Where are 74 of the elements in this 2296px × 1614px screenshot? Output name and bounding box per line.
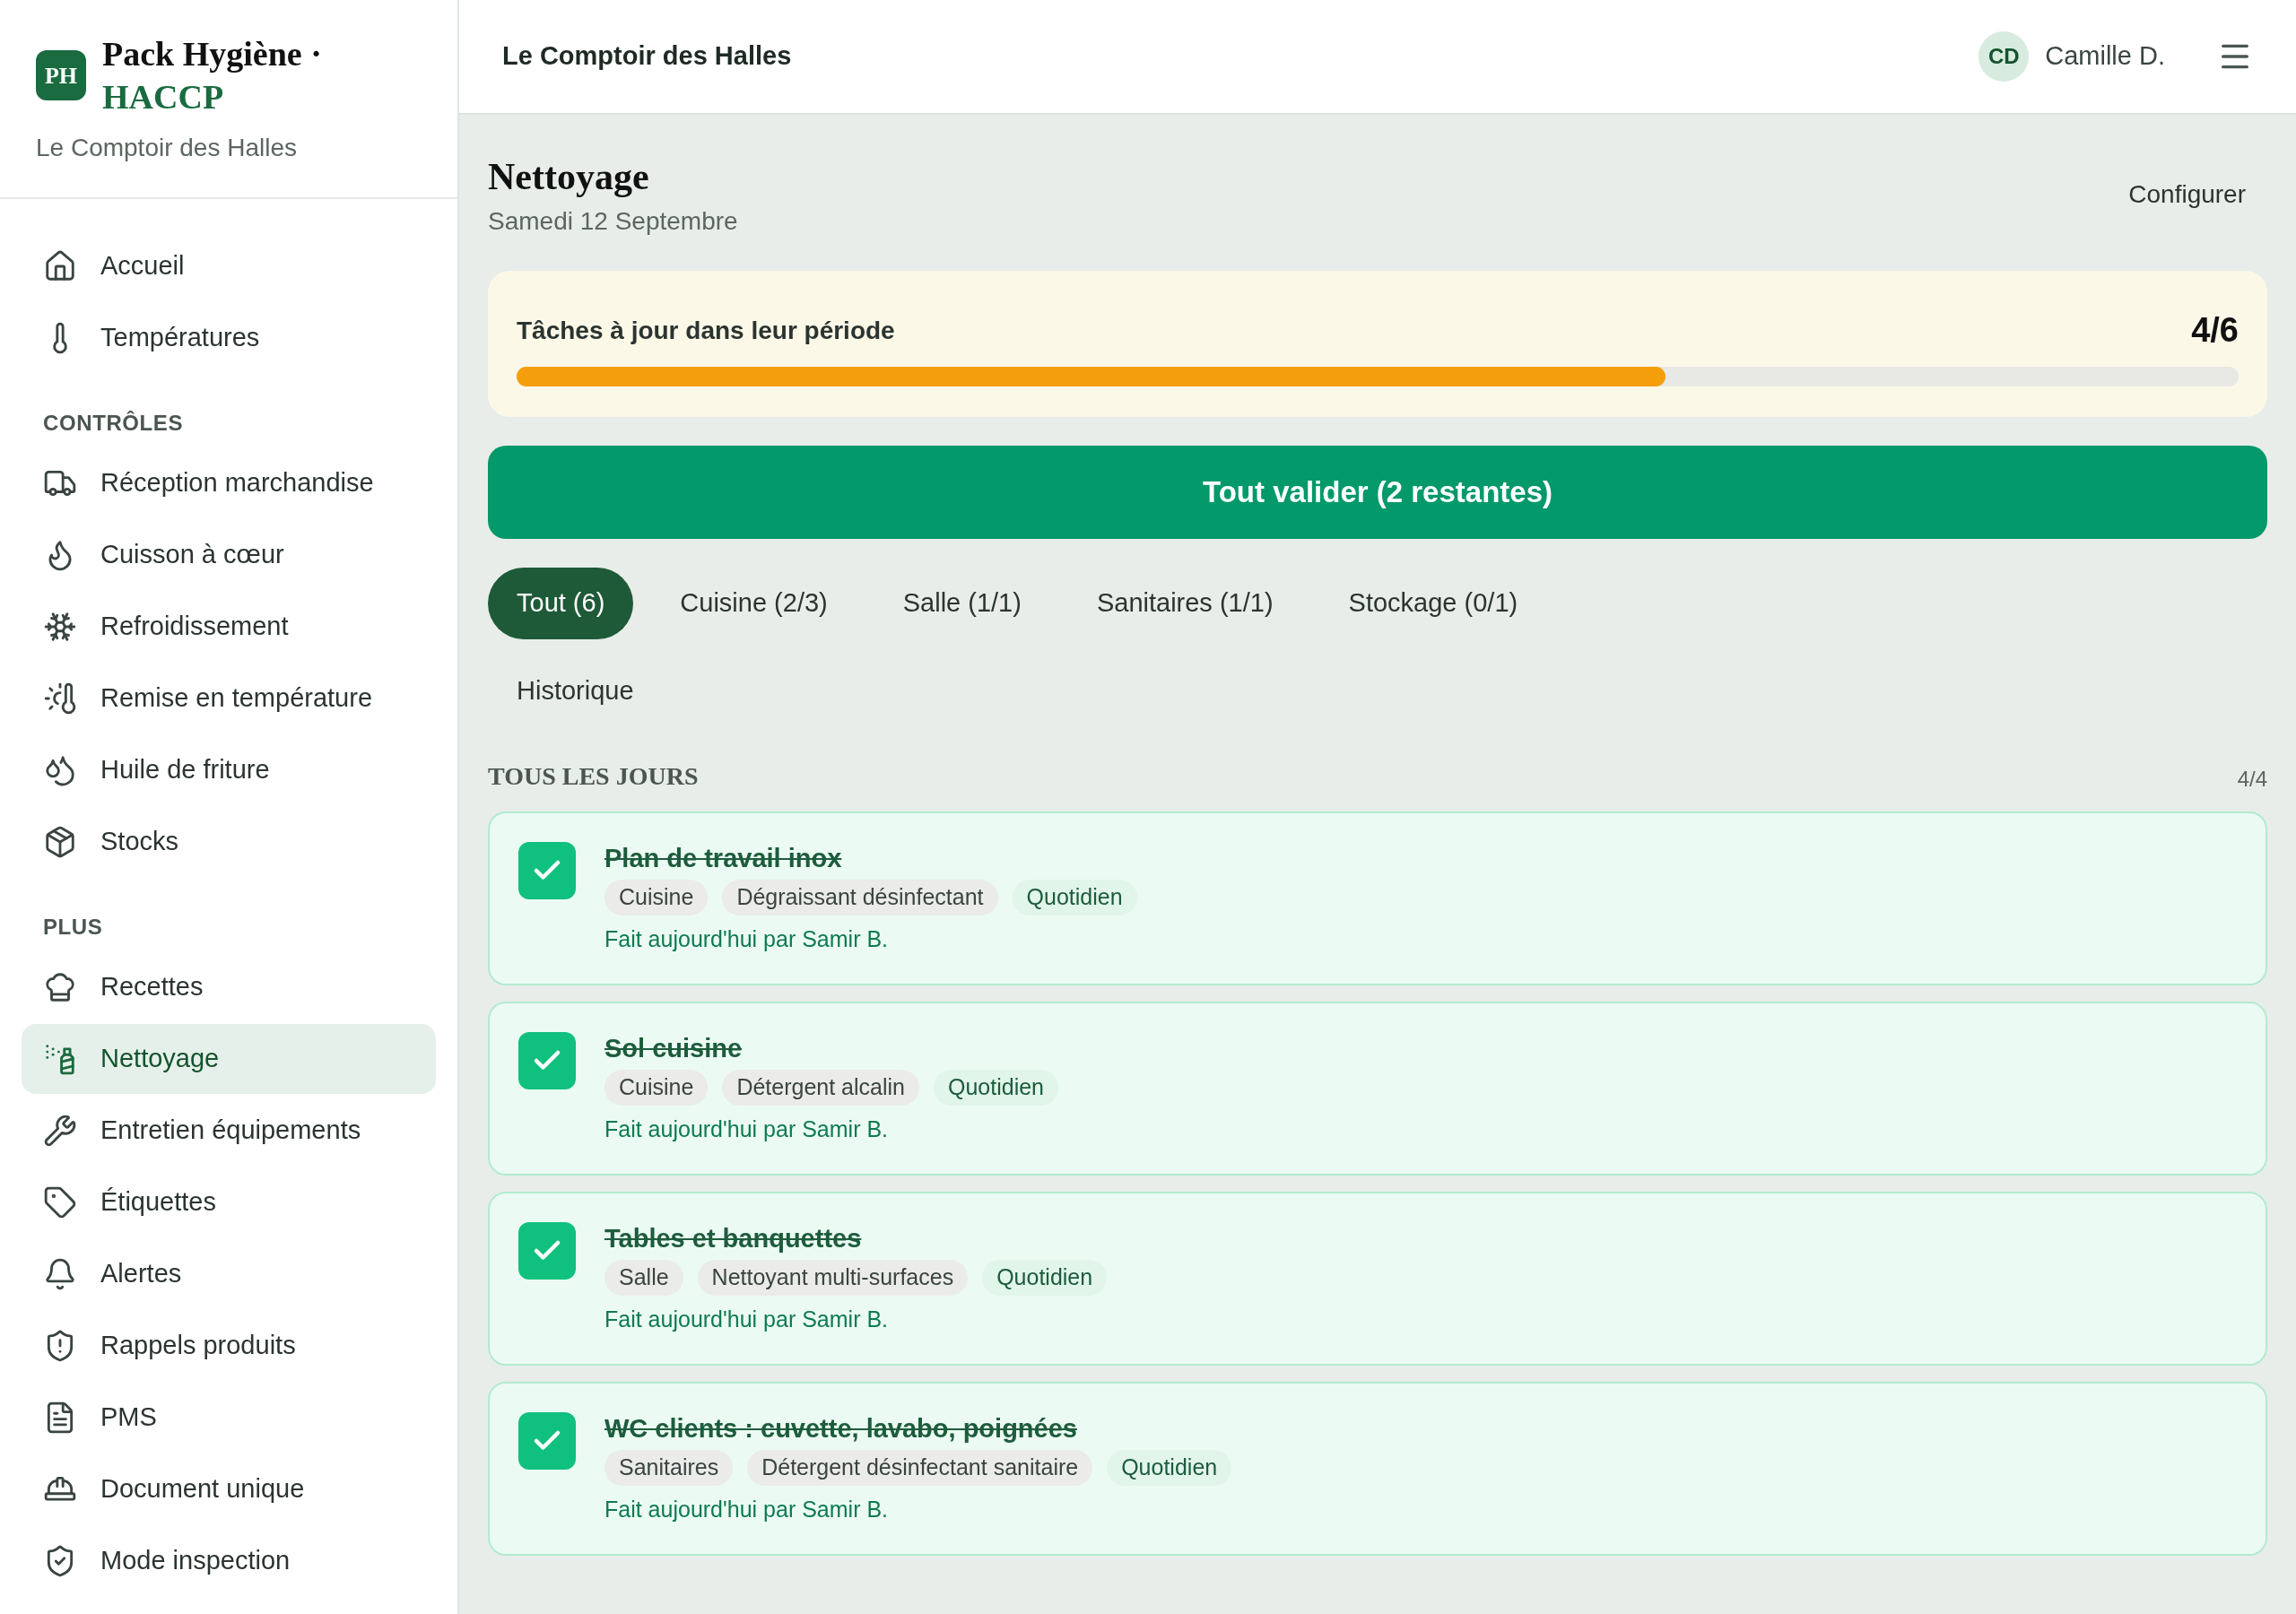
filter-tab[interactable]: Tout (6) bbox=[488, 568, 634, 639]
task-checkbox[interactable] bbox=[518, 1031, 576, 1089]
task-title: Tables et banquettes bbox=[604, 1222, 863, 1254]
spray-bottle-icon bbox=[43, 1042, 77, 1076]
frequency-tag: Quotidien bbox=[1107, 1449, 1232, 1486]
droplets-icon bbox=[43, 753, 77, 787]
frequency-tag: Quotidien bbox=[982, 1259, 1108, 1296]
bell-icon bbox=[43, 1257, 77, 1291]
zone-tag: Sanitaires bbox=[604, 1449, 734, 1486]
task-checkbox[interactable] bbox=[518, 841, 576, 899]
nav-item[interactable]: Recettes bbox=[22, 952, 436, 1022]
frequency-tag: Quotidien bbox=[934, 1069, 1059, 1106]
nav-item[interactable]: Réception marchandise bbox=[22, 448, 436, 518]
nav-item[interactable]: Huile de friture bbox=[22, 735, 436, 805]
zone-tag: Cuisine bbox=[604, 879, 709, 915]
user-avatar[interactable]: CD bbox=[1979, 31, 2030, 82]
filter-tab[interactable]: Cuisine (2/3) bbox=[651, 568, 857, 639]
product-tag: Nettoyant multi-surfaces bbox=[697, 1259, 969, 1296]
completion-note: Fait aujourd'hui par Samir B. bbox=[604, 1495, 890, 1523]
zone-tag: Cuisine bbox=[604, 1069, 709, 1106]
filter-tab[interactable]: Sanitaires (1/1) bbox=[1067, 568, 1302, 639]
nav-item[interactable]: Rappels produits bbox=[22, 1311, 436, 1381]
validate-all-button[interactable]: Tout valider (2 restantes) bbox=[488, 446, 2267, 539]
history-tab[interactable]: Historique bbox=[488, 672, 663, 711]
nav-item[interactable]: Remise en température bbox=[22, 664, 436, 733]
establishment-name: Le Comptoir des Halles bbox=[36, 133, 299, 163]
filter-tab[interactable]: Stockage (0/1) bbox=[1319, 568, 1547, 639]
wrench-icon bbox=[43, 1114, 77, 1148]
zone-tag: Salle bbox=[604, 1259, 683, 1296]
task-checkbox[interactable] bbox=[518, 1411, 576, 1470]
header-title: Le Comptoir des Halles bbox=[502, 40, 792, 73]
product-tag: Dégraissant désinfectant bbox=[722, 879, 998, 915]
task-title: Plan de travail inox bbox=[604, 842, 843, 874]
section-count: 4/4 bbox=[2237, 765, 2267, 793]
nav-item[interactable]: Mode inspection bbox=[22, 1526, 436, 1596]
nav-item[interactable]: Nettoyage bbox=[22, 1024, 436, 1094]
page-title: Nettoyage bbox=[488, 155, 650, 199]
nav-item[interactable]: Document unique bbox=[22, 1454, 436, 1524]
task-checkbox[interactable] bbox=[518, 1221, 576, 1280]
section-heading: PLUS bbox=[42, 914, 104, 941]
completion-note: Fait aujourd'hui par Samir B. bbox=[604, 924, 890, 953]
app-logo: PH bbox=[36, 50, 86, 100]
completion-note: Fait aujourd'hui par Samir B. bbox=[604, 1115, 890, 1143]
nav-item[interactable]: Entretien équipements bbox=[22, 1096, 436, 1166]
configure-button[interactable]: Configurer bbox=[2128, 176, 2246, 213]
nav-item[interactable]: Alertes bbox=[22, 1239, 436, 1309]
progress-count: 4/6 bbox=[2191, 310, 2239, 351]
frequency-tag: Quotidien bbox=[1012, 879, 1137, 915]
task-title: Sol cuisine bbox=[604, 1032, 744, 1064]
app-title: Pack Hygiène · bbox=[102, 34, 322, 74]
box-icon bbox=[43, 825, 77, 859]
completion-note: Fait aujourd'hui par Samir B. bbox=[604, 1305, 890, 1333]
product-tag: Détergent alcalin bbox=[722, 1069, 919, 1106]
tag-icon bbox=[43, 1185, 77, 1219]
chef-hat-icon bbox=[43, 970, 77, 1004]
progress-label: Tâches à jour dans leur période bbox=[517, 315, 895, 346]
app-subtitle: HACCP bbox=[102, 77, 225, 117]
task-title: WC clients : cuvette, lavabo, poignées bbox=[604, 1412, 1078, 1445]
section-title: TOUS LES JOURS bbox=[488, 760, 699, 792]
nav-item[interactable]: Accueil bbox=[22, 231, 436, 301]
nav-item[interactable]: Étiquettes bbox=[22, 1167, 436, 1237]
snowflake-icon bbox=[43, 610, 77, 644]
section-heading: CONTRÔLES bbox=[42, 410, 185, 437]
nav-item[interactable]: Refroidissement bbox=[22, 592, 436, 662]
house-icon bbox=[43, 249, 77, 283]
product-tag: Détergent désinfectant sanitaire bbox=[747, 1449, 1093, 1486]
nav-item[interactable]: Stocks bbox=[22, 807, 436, 877]
thermometer-sun-icon bbox=[43, 681, 77, 716]
page-date: Samedi 12 Septembre bbox=[488, 206, 738, 237]
nav-item[interactable]: PMS bbox=[22, 1383, 436, 1453]
nav-item[interactable]: Cuisson à cœur bbox=[22, 520, 436, 590]
nav-item[interactable]: Températures bbox=[22, 303, 436, 373]
filter-tab[interactable]: Salle (1/1) bbox=[874, 568, 1050, 639]
user-name: Camille D. bbox=[2045, 40, 2165, 73]
